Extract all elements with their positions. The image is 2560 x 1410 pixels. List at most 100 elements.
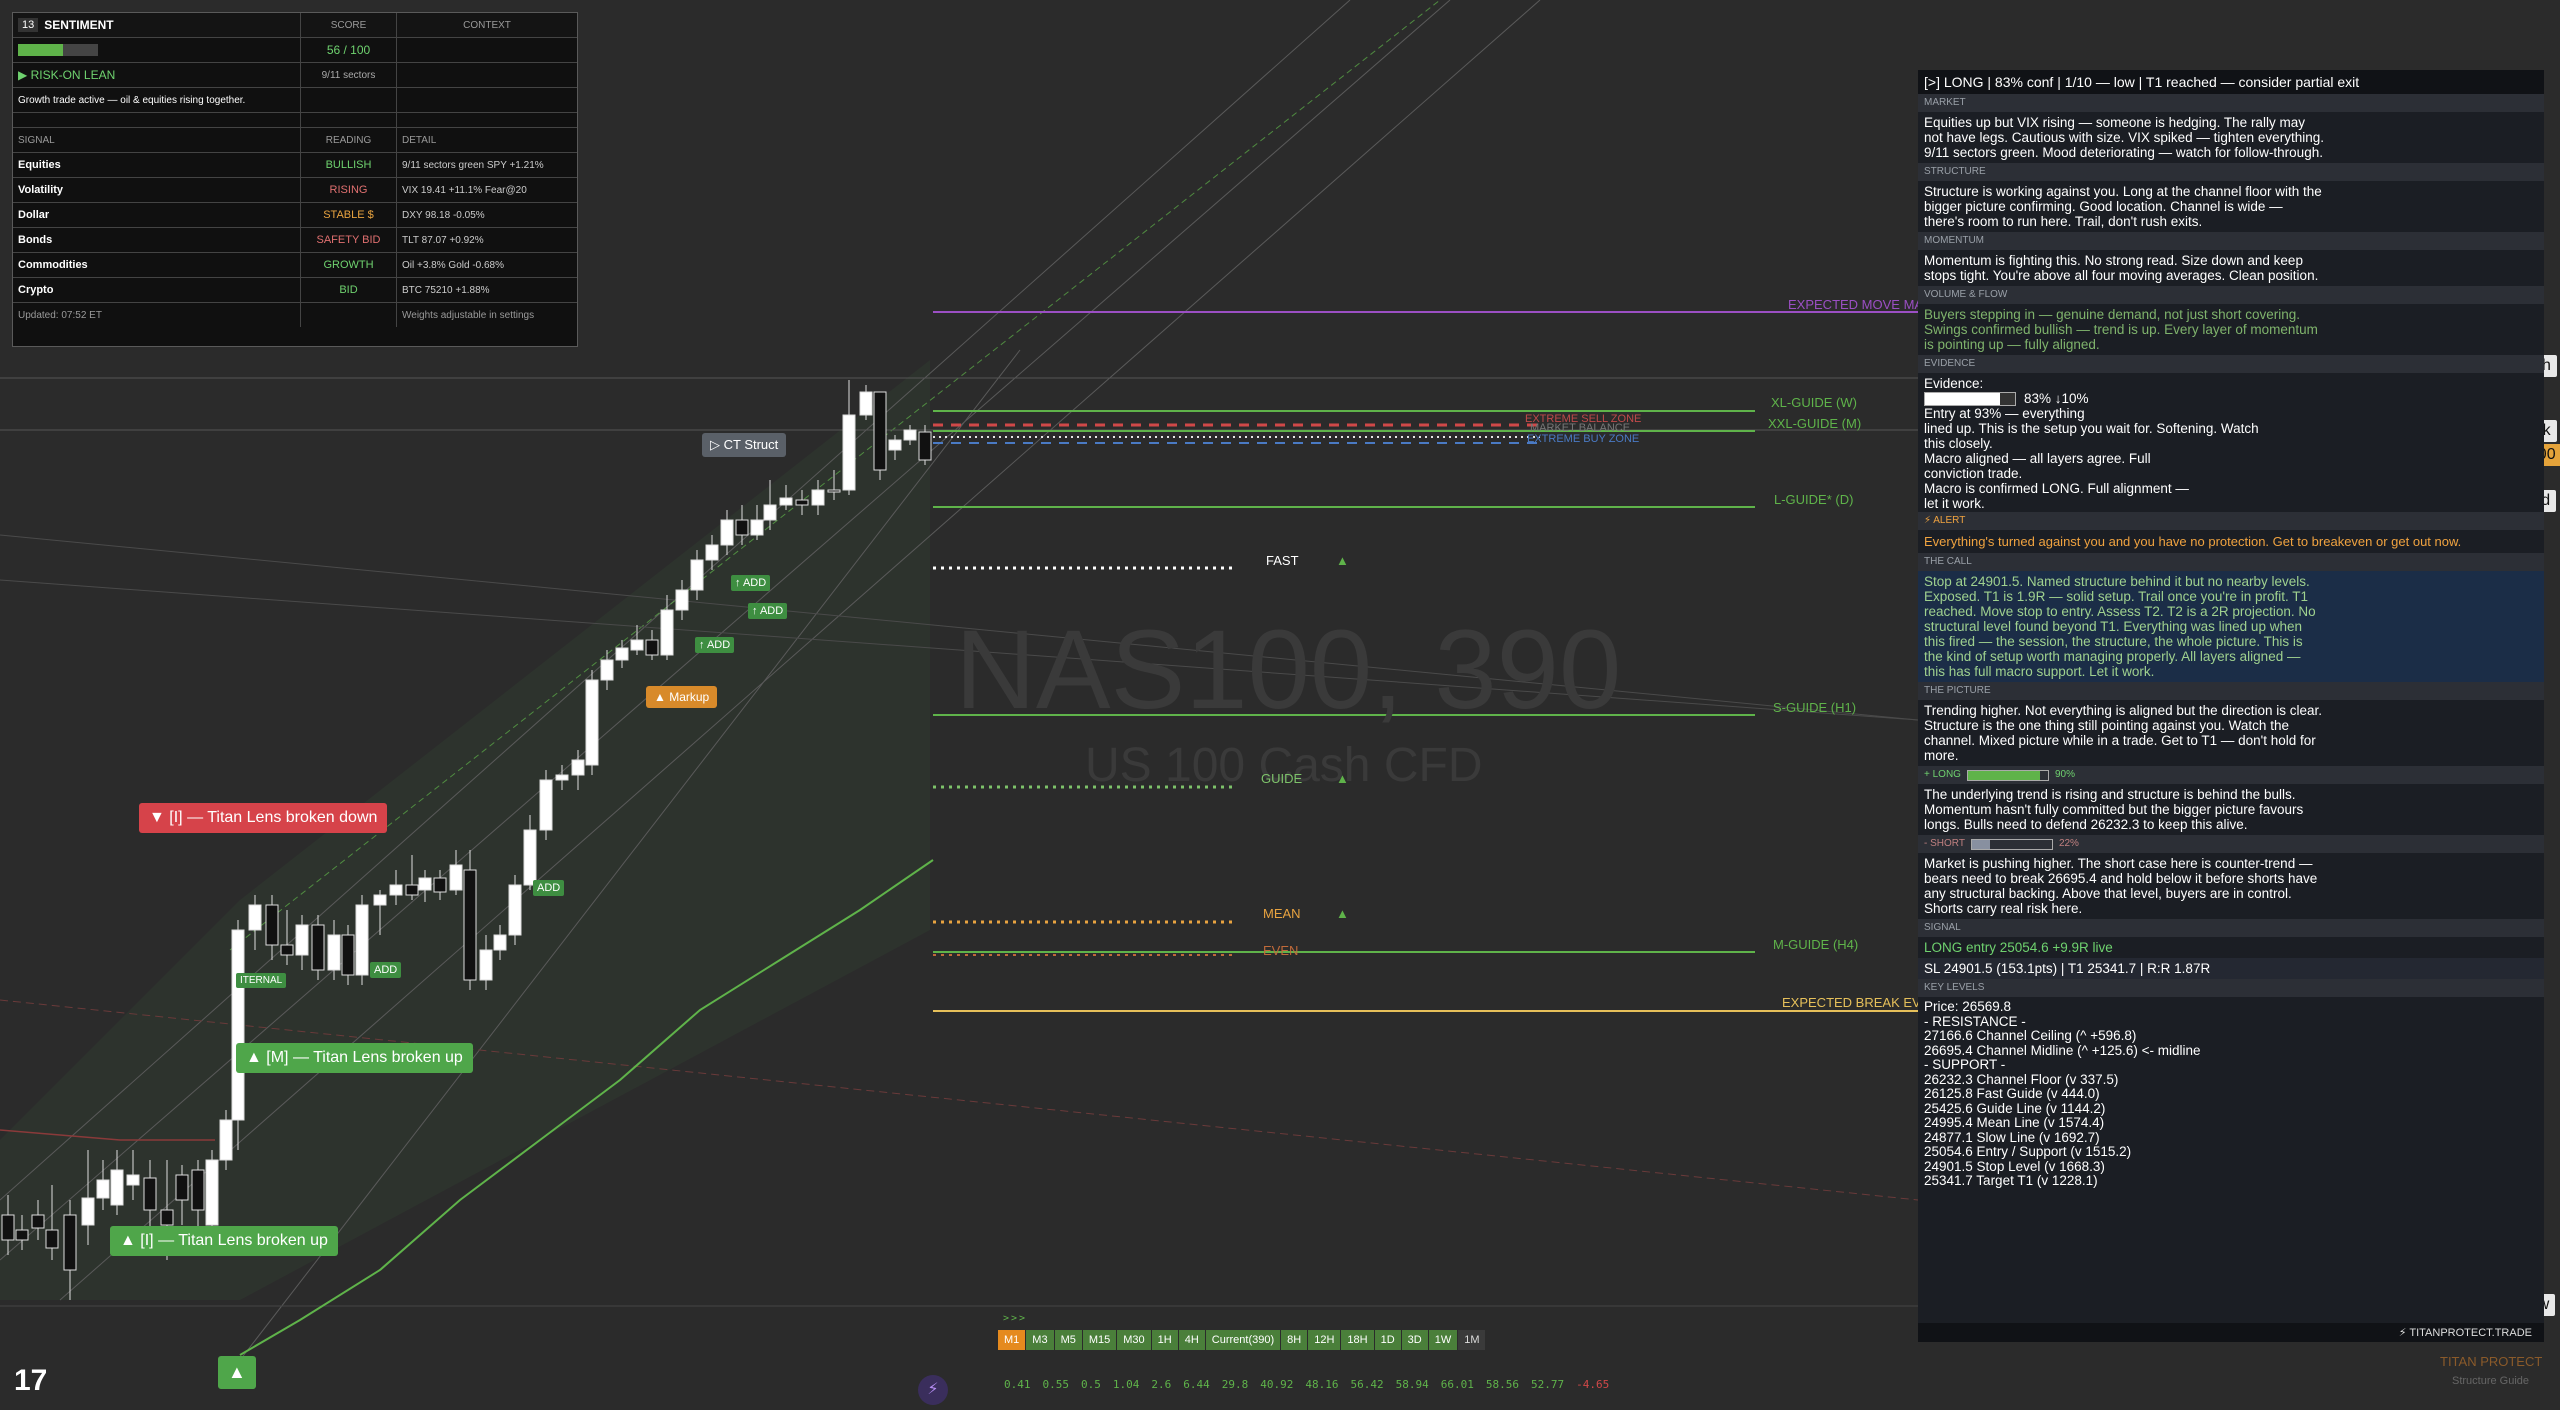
timeframe-button[interactable]: M30	[1117, 1330, 1151, 1350]
timeframe-button[interactable]: 1D	[1374, 1330, 1401, 1350]
candle-body	[449, 864, 463, 891]
candle-body	[735, 519, 749, 536]
timeframe-value: 40.92	[1260, 1378, 1294, 1391]
evidence-label: Evidence:	[1924, 376, 1984, 391]
sentiment-row: Equities BULLISH 9/11 sectors green SPY …	[13, 153, 577, 178]
market-text: Equities up but VIX rising — someone is …	[1924, 115, 2324, 160]
volume-heading: VOLUME & FLOW	[1918, 286, 2544, 304]
candle-body	[433, 877, 447, 893]
evidence-line: Macro aligned — all layers agree. Full	[1924, 451, 2151, 466]
timeframe-button[interactable]: 4H	[1178, 1330, 1205, 1350]
candle-body	[660, 609, 674, 656]
candle-body	[463, 869, 477, 981]
signal-name: Crypto	[13, 278, 301, 302]
extreme-buy-label: EXTREME BUY ZONE	[1527, 433, 1640, 445]
timeframe-bar: M1 M3 M5 M15 M30 1H 4H Current(390) 8H 12H 18H 1D 3D…	[998, 1330, 1486, 1350]
evidence-heading: EVIDENCE	[1918, 355, 2544, 373]
signal-name: Volatility	[13, 178, 301, 202]
timeframe-button[interactable]: M5	[1054, 1330, 1082, 1350]
internal-tag[interactable]: ITERNAL	[236, 973, 287, 988]
key-level-line: 25054.6 Entry / Support (v 1515.2)	[1924, 1144, 2132, 1159]
timeframe-button[interactable]: 18H	[1341, 1330, 1374, 1350]
candle-body	[219, 1119, 233, 1161]
mean-label: MEAN	[1263, 906, 1301, 921]
signal-detail: DXY 98.18 -0.05%	[402, 209, 485, 221]
ct-struct-label[interactable]: ▷ CT Struct	[702, 433, 787, 457]
candle-body	[903, 429, 917, 441]
long-text: The underlying trend is rising and struc…	[1924, 787, 2304, 832]
key-level-line: 25425.6 Guide Line (v 1144.2)	[1924, 1100, 2106, 1116]
candle-body	[571, 759, 585, 776]
key-levels-list: - RESISTANCE -27166.6 Channel Ceiling (^…	[1924, 1014, 2538, 1189]
timeframe-value: 0.55	[1042, 1378, 1070, 1391]
add-tag[interactable]: ADD	[533, 880, 565, 896]
evidence-lines: Entry at 93% — everything lined up. This …	[1924, 406, 2538, 511]
timeframe-button[interactable]: 1W	[1428, 1330, 1458, 1350]
timeframe-button[interactable]: M15	[1082, 1330, 1117, 1350]
candle-body	[143, 1177, 157, 1211]
add-tag[interactable]: ↑ ADD	[748, 603, 788, 619]
candle-body	[690, 559, 704, 591]
timeframe-button[interactable]: 8H	[1281, 1330, 1308, 1350]
lightning-icon[interactable]: ⚡	[918, 1375, 948, 1405]
up-arrow-marker[interactable]: ▲	[218, 1356, 256, 1389]
candle-body	[779, 497, 793, 506]
candle-body	[265, 904, 279, 946]
timeframe-button[interactable]: 3D	[1401, 1330, 1428, 1350]
candle-body	[705, 544, 719, 561]
signal-col: SIGNAL	[13, 128, 301, 152]
add-tag[interactable]: ↑ ADD	[695, 637, 735, 653]
i-broken-down-label[interactable]: ▼ [I] — Titan Lens broken down	[139, 803, 388, 833]
markup-label[interactable]: ▲ Markup	[646, 686, 718, 708]
momentum-heading: MOMENTUM	[1918, 232, 2544, 250]
add-tag[interactable]: ADD	[370, 962, 402, 978]
sentiment-title: SENTIMENT	[44, 18, 114, 32]
candle-body	[418, 877, 432, 891]
timeframe-value: 6.44	[1183, 1378, 1210, 1391]
timeframe-button[interactable]: M1	[998, 1330, 1026, 1350]
brand-sub: Structure Guide	[2452, 1375, 2530, 1387]
timeframe-button[interactable]: 1H	[1151, 1330, 1178, 1350]
alert-text: Everything's turned against you and you …	[1924, 534, 2462, 549]
timeframe-button[interactable]: 1M	[1458, 1330, 1486, 1350]
candle-body	[175, 1174, 189, 1201]
bias-label: ▶ RISK-ON LEAN	[13, 63, 301, 87]
candle-body	[389, 884, 403, 896]
sentiment-note: Growth trade active — oil & equities ris…	[13, 88, 301, 112]
timeframe-button[interactable]: Current(390)	[1205, 1330, 1281, 1350]
call-text: Stop at 24901.5. Named structure behind …	[1918, 571, 2544, 682]
timeframe-value: 56.42	[1350, 1378, 1384, 1391]
m-broken-up-label[interactable]: ▲ [M] — Titan Lens broken up	[236, 1043, 473, 1073]
candle-body	[31, 1214, 45, 1229]
candle-body	[81, 1197, 95, 1226]
candle-body	[811, 489, 825, 506]
candle-body	[720, 519, 734, 546]
candle-body	[539, 779, 553, 831]
tradingview-logo[interactable]: 17	[14, 1364, 47, 1398]
panel-footer[interactable]: ⚡ TITANPROTECT.TRADE	[1918, 1323, 2544, 1342]
sentiment-table: 13 SENTIMENT SCORE CONTEXT 56 / 100 ▶ RIS…	[12, 12, 578, 347]
key-level-line: 25341.7 Target T1 (v 1228.1)	[1924, 1173, 2098, 1188]
guide-label: GUIDE	[1261, 771, 1303, 786]
timeframe-button[interactable]: M3	[1026, 1330, 1054, 1350]
sentiment-badge[interactable]: 13	[18, 18, 39, 32]
candle-body	[645, 639, 659, 656]
structure-text: Structure is working against you. Long a…	[1924, 184, 2322, 229]
call-heading: THE CALL	[1918, 553, 2544, 571]
long-pct: 90%	[2054, 769, 2075, 780]
candle-body	[523, 829, 537, 886]
candle-body	[355, 904, 369, 976]
evidence-line: Macro is confirmed LONG. Full alignment …	[1924, 481, 2189, 496]
signal-detail: BTC 75210 +1.88%	[402, 284, 490, 296]
i-broken-up-label[interactable]: ▲ [I] — Titan Lens broken up	[110, 1226, 338, 1256]
timeframe-values: 0.41 0.55 0.5 1.04 2.6 6.44 29.8 40.92 48.16 56.4…	[1004, 1378, 1621, 1391]
candle-body	[1, 1214, 15, 1241]
candle-body	[827, 489, 841, 493]
candle-body	[763, 504, 777, 521]
panel-header: [>] LONG | 83% conf | 1/10 — low | T1 re…	[1918, 70, 2544, 94]
add-tag[interactable]: ↑ ADD	[731, 575, 771, 591]
evidence-pct: 83% ↓10%	[2024, 391, 2089, 406]
even-label: EVEN	[1263, 943, 1299, 958]
timeframe-button[interactable]: 12H	[1308, 1330, 1341, 1350]
tf-arrows-top: >>>	[1003, 1313, 1028, 1324]
